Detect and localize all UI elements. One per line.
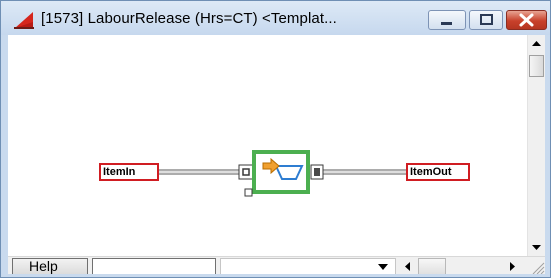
scroll-down-icon[interactable] [528, 239, 545, 256]
close-icon [519, 13, 534, 27]
minimize-button[interactable] [428, 10, 466, 30]
diagram-client-area: ItemIn ItemOut Help [8, 35, 545, 274]
vertical-scroll-thumb[interactable] [529, 55, 544, 77]
item-in-connector-label[interactable]: ItemIn [99, 163, 159, 181]
help-button[interactable]: Help [12, 258, 88, 274]
view-dropdown[interactable] [220, 258, 396, 274]
output-port-icon [310, 164, 324, 180]
resize-grip-icon[interactable] [527, 258, 545, 274]
scroll-up-icon[interactable] [528, 35, 545, 52]
status-field[interactable] [92, 258, 216, 274]
minimize-icon [441, 22, 452, 25]
bottom-toolbar: Help [8, 256, 545, 274]
vertical-scrollbar[interactable] [527, 35, 545, 256]
item-out-connector-label[interactable]: ItemOut [406, 163, 470, 181]
window-title: [1573] LabourRelease (Hrs=CT) <Templat..… [41, 10, 337, 27]
dropdown-arrow-icon[interactable] [371, 258, 395, 274]
title-bar[interactable]: [1573] LabourRelease (Hrs=CT) <Templat..… [1, 1, 550, 35]
maximize-icon [480, 14, 493, 25]
close-button[interactable] [506, 10, 547, 30]
maximize-button[interactable] [469, 10, 503, 30]
scroll-right-icon[interactable] [504, 258, 521, 274]
model-window: [1573] LabourRelease (Hrs=CT) <Templat..… [0, 0, 551, 278]
horizontal-scroll-thumb[interactable] [418, 258, 446, 274]
app-triangle-icon [14, 12, 34, 29]
labour-release-block-icon[interactable] [8, 35, 527, 256]
input-port-icon [238, 164, 254, 180]
scroll-left-icon[interactable] [399, 258, 416, 274]
model-canvas[interactable]: ItemIn ItemOut [8, 35, 527, 256]
